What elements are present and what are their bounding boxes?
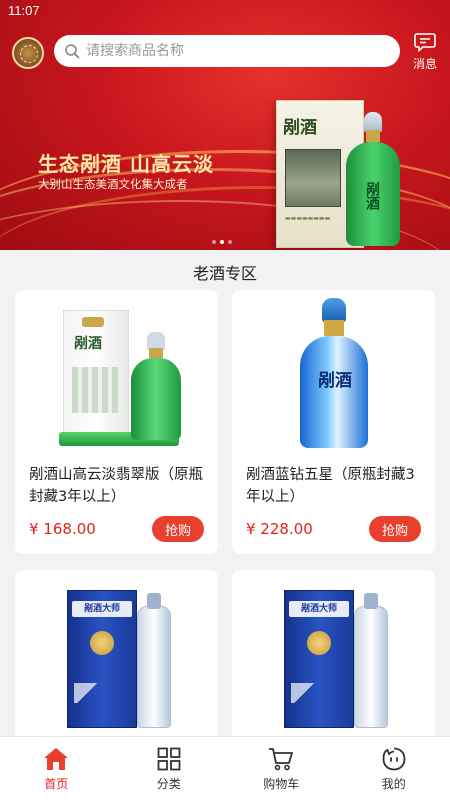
product-price: ¥ 228.00 — [246, 520, 313, 538]
product-price: ¥ 168.00 — [29, 520, 96, 538]
tab-home-label: 首页 — [44, 777, 69, 791]
search-bar[interactable] — [54, 35, 400, 67]
search-input[interactable] — [86, 43, 376, 59]
product-name[interactable]: 剐酒山高云淡翡翠版（原瓶封藏3年以上） — [29, 464, 209, 508]
product-image[interactable]: 剐酒大师 — [278, 584, 398, 734]
buy-button[interactable]: 抢购 — [369, 516, 421, 542]
product-box-label: 剐酒 — [74, 336, 102, 352]
product-bottle-label: 剐酒 — [318, 371, 352, 391]
pagination-dot-active[interactable] — [220, 240, 224, 244]
hero-banner[interactable]: 11:07 消息 生态剐酒 山高云淡 大别山生态美酒文化集大成者 剐酒 ▬▬▬▬… — [0, 0, 450, 250]
buy-button[interactable]: 抢购 — [152, 516, 204, 542]
pagination-dot[interactable] — [212, 240, 216, 244]
product-image[interactable]: 剐酒 — [298, 298, 370, 458]
tab-category[interactable]: 分类 — [113, 737, 226, 800]
banner-sub-slogan: 大别山生态美酒文化集大成者 — [38, 177, 188, 191]
home-icon — [44, 748, 69, 770]
message-label: 消息 — [412, 57, 437, 71]
tab-cart[interactable]: 购物车 — [225, 737, 338, 800]
section-title: 老酒专区 — [192, 264, 257, 283]
banner-bottle-label: 剐酒 — [364, 182, 380, 210]
product-card[interactable]: 剐酒 剐酒山高云淡翡翠版（原瓶封藏3年以上） ¥ 168.00 抢购 — [15, 290, 218, 554]
message-button[interactable]: 消息 — [407, 32, 443, 72]
banner-box-landscape — [285, 149, 341, 207]
bottom-tab-bar: 首页 分类 购物车 我的 — [0, 736, 450, 800]
grid-icon — [157, 747, 181, 771]
pagination-dot[interactable] — [228, 240, 232, 244]
tab-category-label: 分类 — [156, 777, 181, 791]
product-image[interactable]: 剐酒 — [45, 304, 195, 454]
product-image[interactable]: 剐酒大师 — [61, 584, 181, 734]
product-name[interactable]: 剐酒蓝钻五星（原瓶封藏3年以上） — [246, 464, 426, 508]
product-box-label: 剐酒大师 — [289, 601, 349, 617]
tab-home[interactable]: 首页 — [0, 737, 113, 800]
banner-green-bottle-image: 剐酒 — [342, 112, 404, 248]
tab-cart-label: 购物车 — [263, 777, 300, 791]
product-box-label: 剐酒大师 — [72, 601, 132, 617]
profile-icon — [382, 747, 406, 771]
product-card[interactable]: 剐酒 剐酒蓝钻五星（原瓶封藏3年以上） ¥ 228.00 抢购 — [232, 290, 435, 554]
banner-pagination — [212, 240, 232, 244]
message-icon — [414, 33, 436, 53]
cart-icon — [269, 748, 294, 771]
banner-box-title: 剐酒 — [283, 118, 317, 138]
search-icon — [65, 44, 80, 59]
tab-profile-label: 我的 — [381, 777, 406, 791]
status-bar-time: 11:07 — [8, 3, 40, 18]
brand-logo[interactable] — [12, 37, 44, 69]
banner-slogan: 生态剐酒 山高云淡 — [38, 152, 214, 176]
tab-profile[interactable]: 我的 — [338, 737, 450, 800]
